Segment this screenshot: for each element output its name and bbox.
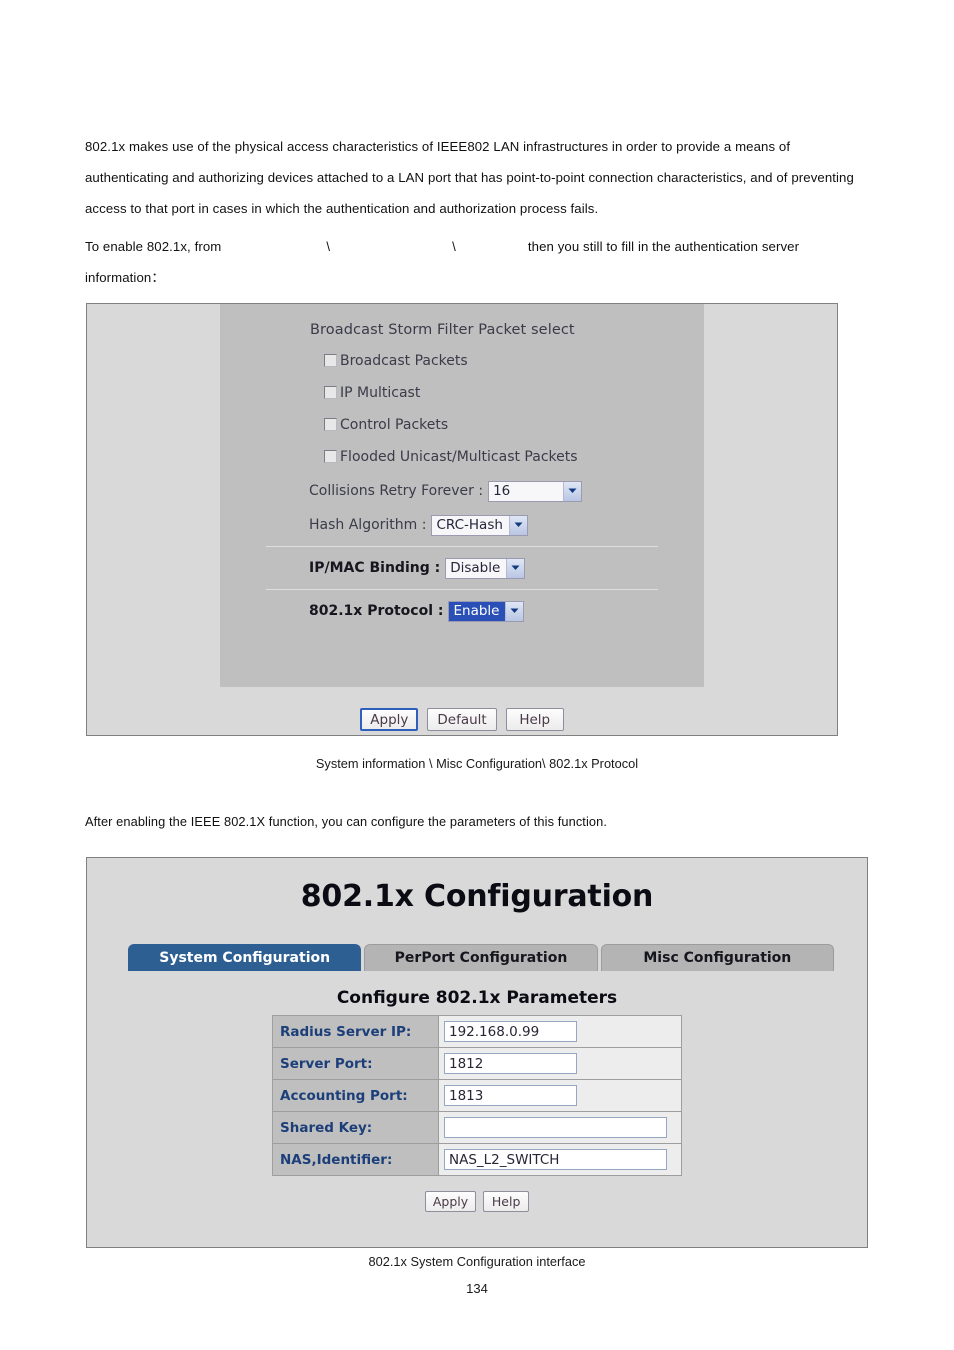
apply-button[interactable]: Apply xyxy=(360,708,419,731)
field-cell-nas-identifier: NAS_L2_SWITCH xyxy=(438,1143,682,1176)
chevron-down-icon[interactable] xyxy=(508,515,527,535)
table-row: NAS,Identifier: NAS_L2_SWITCH xyxy=(272,1143,682,1176)
broadcast-storm-filter-heading: Broadcast Storm Filter Packet select xyxy=(310,322,575,338)
field-label-server-port: Server Port: xyxy=(272,1047,439,1080)
label-ip-mac-binding: IP/MAC Binding : xyxy=(309,560,441,576)
checkbox-label-flooded-unicast-multicast-packets: Flooded Unicast/Multicast Packets xyxy=(340,448,578,465)
page-number: 134 xyxy=(466,1281,488,1296)
select-value-hash-algorithm: CRC-Hash xyxy=(432,515,509,535)
select-collisions-retry-forever[interactable]: 16 xyxy=(488,480,583,502)
checkbox-broadcast-packets[interactable] xyxy=(324,354,337,367)
checkbox-control-packets[interactable] xyxy=(324,418,337,431)
default-button[interactable]: Default xyxy=(427,708,497,731)
checkbox-row-flooded-unicast-multicast-packets[interactable]: Flooded Unicast/Multicast Packets xyxy=(324,444,704,469)
checkbox-label-ip-multicast: IP Multicast xyxy=(340,384,421,401)
intro-paragraph-text: 802.1x makes use of the physical access … xyxy=(85,139,854,216)
dot1x-button-bar: Apply Help xyxy=(87,1191,867,1212)
table-row: Accounting Port: 1813 xyxy=(272,1079,682,1112)
section-divider-1 xyxy=(266,546,658,547)
intro-paragraph: 802.1x makes use of the physical access … xyxy=(85,131,871,224)
field-row-8021x-protocol: 802.1x Protocol : Enable xyxy=(309,596,704,626)
field-cell-accounting-port: 1813 xyxy=(438,1079,682,1112)
checkbox-label-control-packets: Control Packets xyxy=(340,416,449,433)
checkbox-flooded-unicast-multicast-packets[interactable] xyxy=(324,450,337,463)
checkbox-row-broadcast-packets[interactable]: Broadcast Packets xyxy=(324,348,704,373)
tab-bar: System Configuration PerPort Configurati… xyxy=(128,944,834,971)
path-separator-2: \ xyxy=(452,239,456,254)
section-divider-2 xyxy=(266,589,658,590)
nas-identifier-input[interactable]: NAS_L2_SWITCH xyxy=(444,1149,667,1170)
label-hash-algorithm: Hash Algorithm : xyxy=(309,517,427,533)
chevron-down-icon[interactable] xyxy=(505,601,524,621)
checkbox-ip-multicast[interactable] xyxy=(324,386,337,399)
tab-misc-configuration[interactable]: Misc Configuration xyxy=(600,944,834,971)
field-cell-server-port: 1812 xyxy=(438,1047,682,1080)
table-row: Shared Key: xyxy=(272,1111,682,1144)
help-button[interactable]: Help xyxy=(505,708,564,731)
field-label-radius-server-ip: Radius Server IP: xyxy=(272,1015,439,1048)
enable-instruction-paragraph: To enable 802.1x, from \ \ then you still t… xyxy=(85,231,871,293)
server-port-input[interactable]: 1812 xyxy=(444,1053,577,1074)
field-row-hash-algorithm: Hash Algorithm : CRC-Hash xyxy=(309,510,704,540)
select-value-8021x-protocol: Enable xyxy=(449,601,506,621)
field-label-shared-key: Shared Key: xyxy=(272,1111,439,1144)
dot1x-configuration-screenshot: 802.1x Configuration System Configuratio… xyxy=(86,857,868,1248)
dot1x-parameters-table: Radius Server IP: 192.168.0.99 Server Po… xyxy=(272,1015,682,1176)
field-row-ip-mac-binding: IP/MAC Binding : Disable xyxy=(309,553,704,583)
radius-server-ip-input[interactable]: 192.168.0.99 xyxy=(444,1021,577,1042)
chevron-down-icon[interactable] xyxy=(563,481,582,501)
label-8021x-protocol: 802.1x Protocol : xyxy=(309,603,444,619)
misc-configuration-button-bar: Apply Default Help xyxy=(87,708,837,731)
select-hash-algorithm[interactable]: CRC-Hash xyxy=(431,514,528,536)
field-label-nas-identifier: NAS,Identifier: xyxy=(272,1143,439,1176)
checkbox-row-ip-multicast[interactable]: IP Multicast xyxy=(324,380,704,405)
misc-configuration-screenshot: Broadcast Storm Filter Packet select Bro… xyxy=(86,303,838,736)
select-value-collisions-retry-forever: 16 xyxy=(489,481,564,501)
enable-instruction-prefix: To enable 802.1x, from xyxy=(85,239,222,254)
checkbox-row-control-packets[interactable]: Control Packets xyxy=(324,412,704,437)
table-row: Server Port: 1812 xyxy=(272,1047,682,1080)
section-subtitle: Configure 802.1x Parameters xyxy=(336,988,618,1008)
after-enabling-paragraph: After enabling the IEEE 802.1X function,… xyxy=(85,814,607,829)
select-8021x-protocol[interactable]: Enable xyxy=(448,600,525,622)
field-cell-shared-key xyxy=(438,1111,682,1144)
help-button[interactable]: Help xyxy=(483,1191,530,1212)
select-value-ip-mac-binding: Disable xyxy=(446,558,507,578)
tab-perport-configuration[interactable]: PerPort Configuration xyxy=(364,944,598,971)
table-row: Radius Server IP: 192.168.0.99 xyxy=(272,1015,682,1048)
page-title: 802.1x Configuration xyxy=(300,879,654,914)
misc-screenshot-caption: System information \ Misc Configuration\… xyxy=(315,756,639,771)
shared-key-input[interactable] xyxy=(444,1117,667,1138)
apply-button[interactable]: Apply xyxy=(424,1191,477,1212)
field-label-accounting-port: Accounting Port: xyxy=(272,1079,439,1112)
misc-configuration-form-panel: Broadcast Storm Filter Packet select Bro… xyxy=(220,304,704,687)
chevron-down-icon[interactable] xyxy=(506,558,525,578)
accounting-port-input[interactable]: 1813 xyxy=(444,1085,577,1106)
field-row-collisions-retry-forever: Collisions Retry Forever : 16 xyxy=(309,476,704,506)
path-separator-1: \ xyxy=(326,239,331,254)
dot1x-screenshot-caption: 802.1x System Configuration interface xyxy=(368,1254,586,1269)
field-cell-radius-server-ip: 192.168.0.99 xyxy=(438,1015,682,1048)
tab-system-configuration[interactable]: System Configuration xyxy=(128,944,362,971)
select-ip-mac-binding[interactable]: Disable xyxy=(445,557,526,579)
label-collisions-retry-forever: Collisions Retry Forever : xyxy=(309,483,484,499)
checkbox-label-broadcast-packets: Broadcast Packets xyxy=(340,352,468,369)
